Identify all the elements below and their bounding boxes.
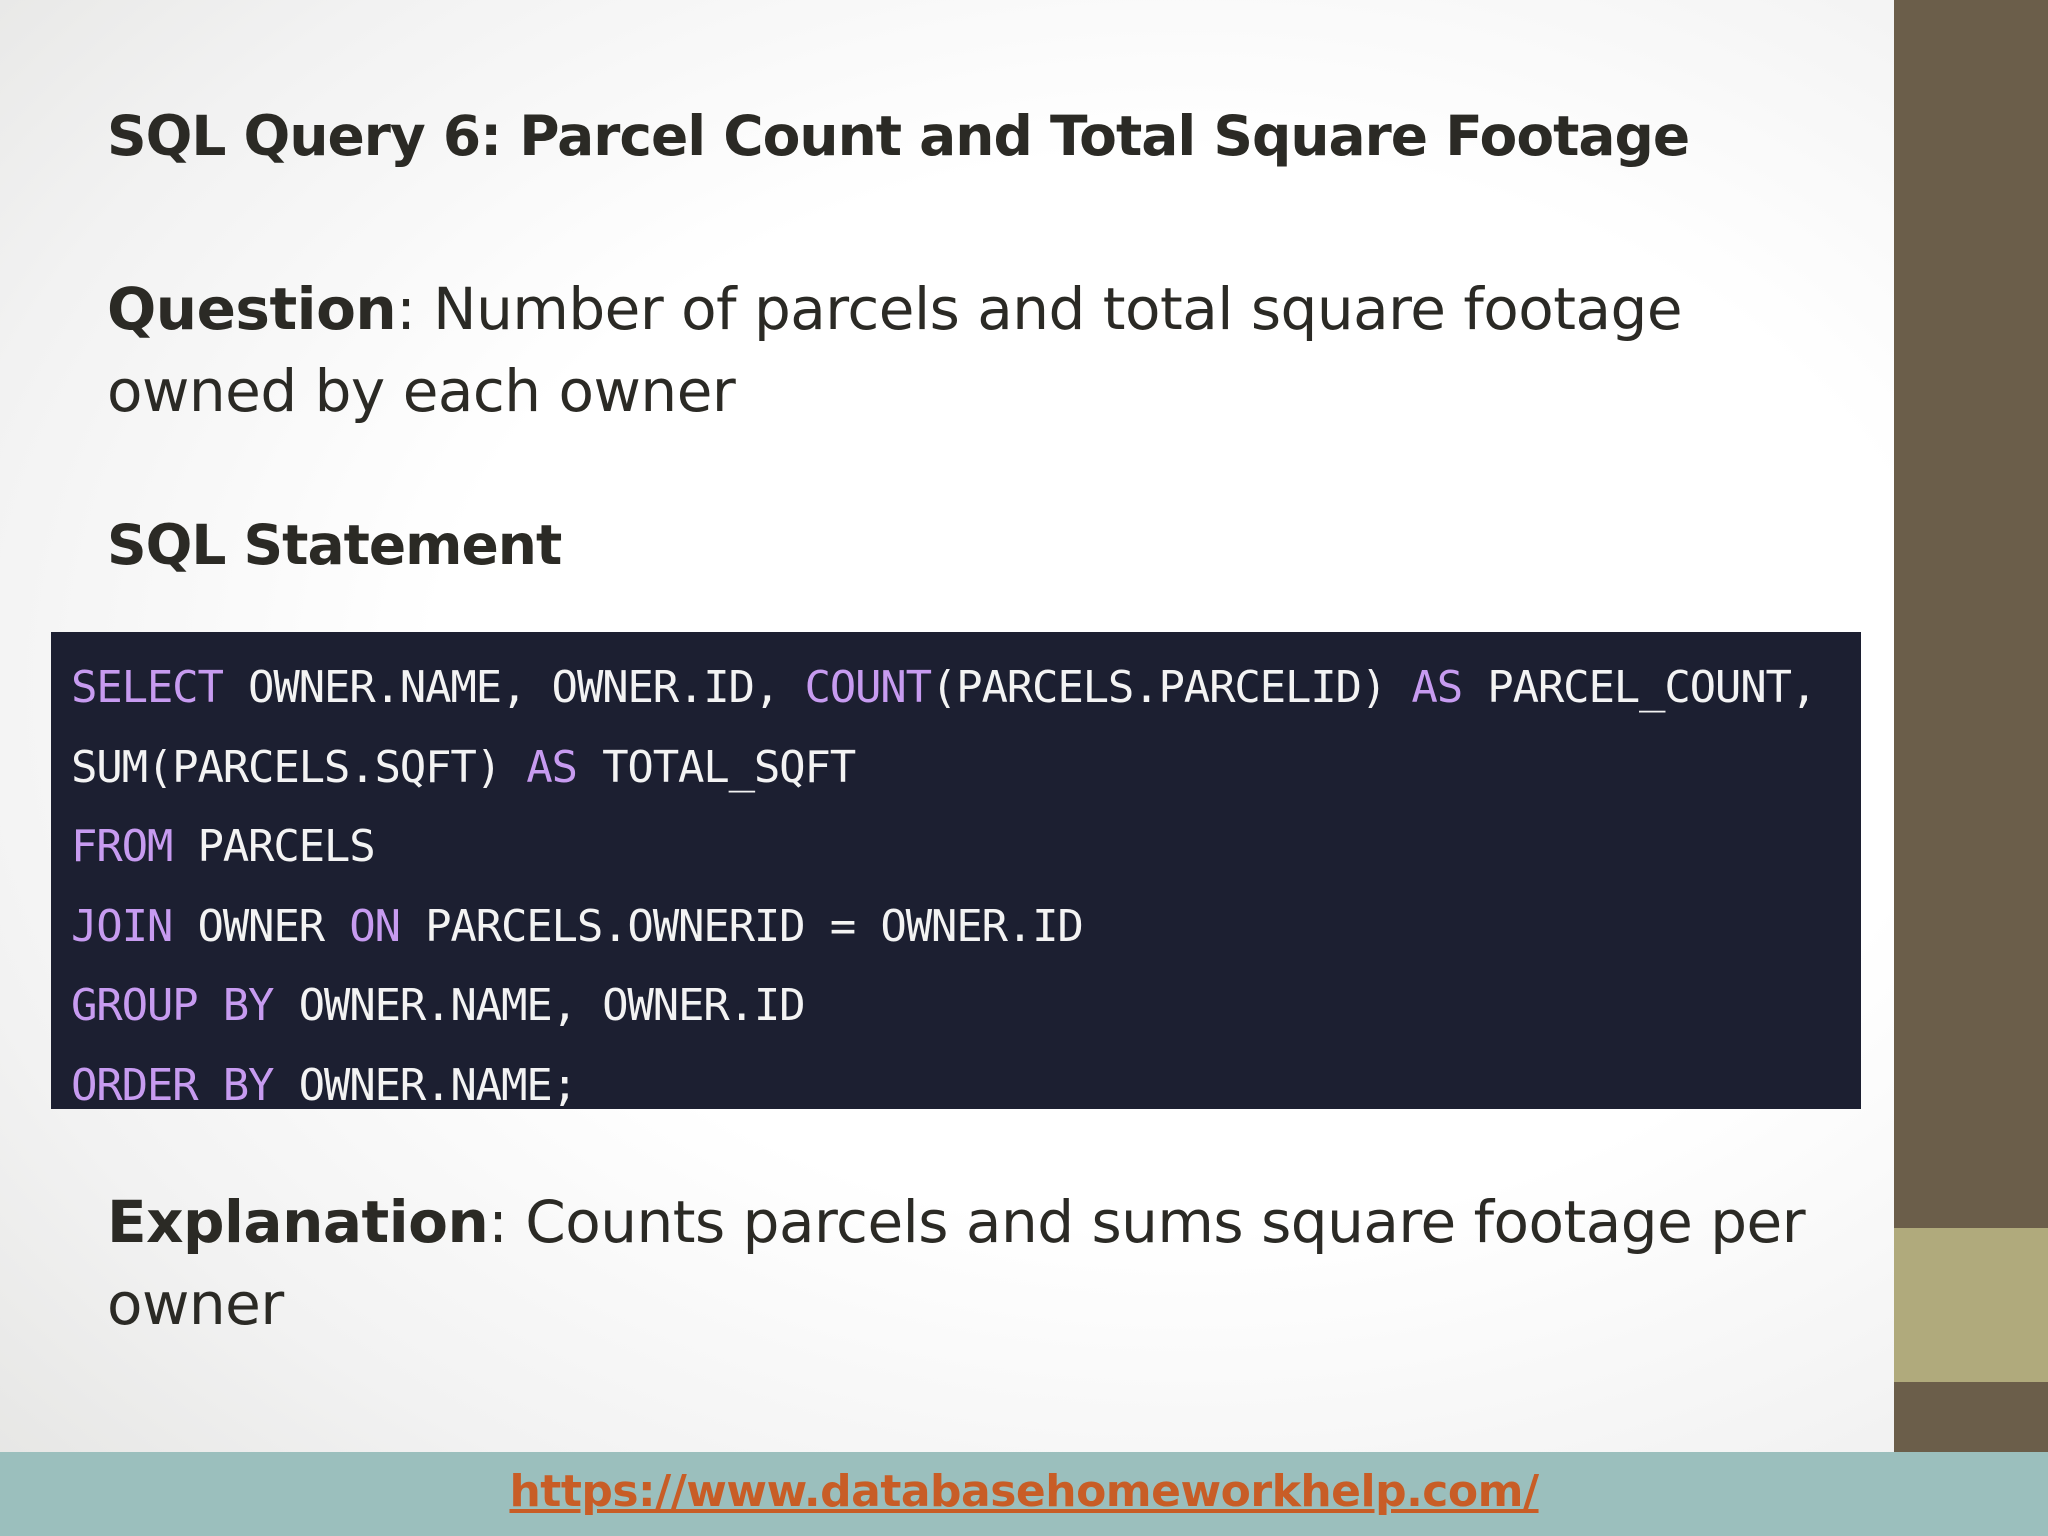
- sql-keyword: GROUP BY: [71, 980, 275, 1031]
- code-line: ORDER BY OWNER.NAME;: [71, 1046, 1861, 1126]
- sql-text: OWNER.NAME, OWNER.ID,: [222, 662, 805, 713]
- sql-keyword: SELECT: [71, 662, 224, 713]
- sql-keyword: ON: [349, 900, 401, 952]
- sql-code-block: SELECT OWNER.NAME, OWNER.ID, COUNT(PARCE…: [51, 632, 1861, 1111]
- question-label: Question: [107, 275, 397, 343]
- explanation-label: Explanation: [107, 1188, 489, 1256]
- sql-text: (PARCELS.PARCELID): [930, 662, 1412, 713]
- slide-title: SQL Query 6: Parcel Count and Total Squa…: [107, 104, 1690, 168]
- code-line: SUM(PARCELS.SQFT) AS TOTAL_SQFT: [71, 728, 1861, 808]
- code-line: JOIN OWNER ON PARCELS.OWNERID = OWNER.ID: [71, 887, 1861, 967]
- sql-text: TOTAL_SQFT: [576, 741, 856, 793]
- website-link[interactable]: https://www.databasehomeworkhelp.com/: [509, 1466, 1539, 1517]
- question-paragraph: Question: Number of parcels and total sq…: [107, 268, 1867, 432]
- code-line: FROM PARCELS: [71, 807, 1861, 887]
- footer-bar: https://www.databasehomeworkhelp.com/: [0, 1452, 2048, 1536]
- slide: SQL Query 6: Parcel Count and Total Squa…: [0, 0, 2048, 1536]
- explanation-paragraph: Explanation: Counts parcels and sums squ…: [107, 1181, 1807, 1345]
- sql-keyword: JOIN: [71, 900, 173, 952]
- side-decor-accent: [1894, 1228, 2048, 1382]
- sql-text: PARCEL_COUNT,: [1462, 662, 1817, 713]
- sql-text: OWNER.NAME, OWNER.ID: [273, 980, 806, 1031]
- sql-text: OWNER.NAME;: [273, 1059, 578, 1111]
- sql-keyword: COUNT: [804, 662, 932, 713]
- sql-statement-heading: SQL Statement: [107, 513, 562, 577]
- sql-text: OWNER: [172, 900, 350, 952]
- sql-keyword: FROM: [71, 821, 173, 872]
- sql-text: SUM(PARCELS.SQFT): [71, 741, 527, 793]
- sql-keyword: AS: [1411, 662, 1463, 713]
- sql-keyword: AS: [526, 741, 578, 793]
- code-line: SELECT OWNER.NAME, OWNER.ID, COUNT(PARCE…: [71, 648, 1861, 728]
- sql-text: PARCELS: [172, 821, 375, 872]
- code-line: GROUP BY OWNER.NAME, OWNER.ID: [71, 966, 1861, 1046]
- sql-text: PARCELS.OWNERID = OWNER.ID: [399, 900, 1084, 952]
- sql-keyword: ORDER BY: [71, 1059, 275, 1111]
